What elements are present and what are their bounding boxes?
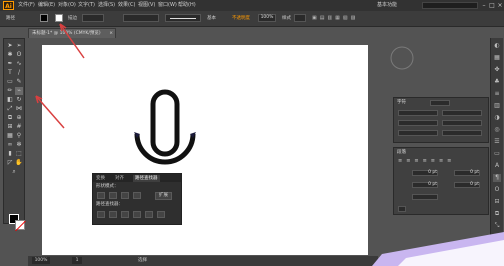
layers-panel-icon[interactable]: ☰: [493, 138, 501, 146]
divide-button[interactable]: [97, 211, 105, 218]
pathfinder-panel: 变换 对齐 路径查找器 形状模式： 扩展 路径查找器：: [92, 173, 182, 225]
microphone-arc[interactable]: [134, 133, 196, 165]
outline-button[interactable]: [145, 211, 153, 218]
leading-input[interactable]: [442, 110, 482, 116]
character-panel: 字符: [393, 97, 489, 143]
shape-modes-label: 形状模式：: [96, 184, 119, 189]
panel-dock: ◐ ▦ ✤ ♣ ≡ ▥ ◑ ◎ ☰ ▭ A ¶ O ⊟ ⧉ ⤡: [490, 38, 503, 258]
swatches-panel-icon[interactable]: ▦: [493, 54, 501, 62]
character-panel-title: 字符: [397, 100, 406, 105]
hyphenate-checkbox[interactable]: [398, 206, 406, 212]
tab-transform[interactable]: 变换: [96, 175, 105, 182]
crop-button[interactable]: [133, 211, 141, 218]
space-before-input[interactable]: 0 pt: [454, 182, 480, 188]
status-mode[interactable]: 选择: [138, 257, 147, 264]
appearance-panel-icon[interactable]: ◎: [493, 126, 501, 134]
paragraph-panel: 段落 ≡≡≡≡≡≡≡ 0 pt 0 pt 0 pt 0 pt: [393, 147, 489, 215]
intersect-button[interactable]: [121, 192, 129, 199]
pathfinder-panel-icon[interactable]: ⧉: [493, 210, 501, 218]
character-panel-icon[interactable]: A: [493, 162, 501, 170]
annotation-arrow-1: [59, 23, 85, 59]
unite-button[interactable]: [97, 192, 105, 199]
align-panel-icon[interactable]: ⊟: [493, 198, 501, 206]
microphone-capsule[interactable]: [150, 89, 180, 157]
space-after-input[interactable]: [412, 194, 438, 200]
status-bar: 100% 1 选择: [28, 256, 378, 266]
first-line-indent-input[interactable]: 0 pt: [412, 182, 438, 188]
symbols-panel-icon[interactable]: ♣: [493, 78, 501, 86]
trim-button[interactable]: [109, 211, 117, 218]
annotation-arrow-2: [35, 95, 65, 129]
paragraph-panel-title: 段落: [397, 150, 406, 155]
artboards-panel-icon[interactable]: ▭: [493, 150, 501, 158]
expand-button[interactable]: 扩展: [155, 192, 172, 200]
right-indent-input[interactable]: 0 pt: [454, 170, 480, 176]
kerning-input[interactable]: [398, 120, 438, 126]
cursor-circle-icon: [390, 46, 414, 70]
font-family-select[interactable]: [430, 100, 450, 106]
rotation-input[interactable]: [442, 130, 482, 136]
color-panel-icon[interactable]: ◐: [493, 42, 501, 50]
minus-front-button[interactable]: [109, 192, 117, 199]
artboard-number-input[interactable]: 1: [72, 257, 82, 264]
alignment-buttons[interactable]: ≡≡≡≡≡≡≡: [398, 158, 486, 165]
left-indent-input[interactable]: 0 pt: [412, 170, 438, 176]
baseline-input[interactable]: [398, 130, 438, 136]
pathfinder-tabs: 变换 对齐 路径查找器: [93, 174, 181, 182]
brushes-panel-icon[interactable]: ✤: [493, 66, 501, 74]
transparency-panel-icon[interactable]: ◑: [493, 114, 501, 122]
stroke-panel-icon[interactable]: ≡: [493, 90, 501, 98]
minus-back-button[interactable]: [157, 211, 165, 218]
gradient-panel-icon[interactable]: ▥: [493, 102, 501, 110]
tab-align[interactable]: 对齐: [115, 175, 124, 182]
merge-button[interactable]: [121, 211, 129, 218]
exclude-button[interactable]: [133, 192, 141, 199]
opentype-panel-icon[interactable]: O: [493, 186, 501, 194]
paragraph-panel-icon[interactable]: ¶: [493, 174, 501, 182]
font-size-input[interactable]: [398, 110, 438, 116]
callout-decoration: [372, 232, 504, 266]
tab-pathfinder[interactable]: 路径查找器: [133, 175, 160, 182]
pathfinders-label: 路径查找器：: [96, 202, 123, 207]
zoom-select[interactable]: 100%: [32, 257, 50, 264]
tracking-input[interactable]: [442, 120, 482, 126]
